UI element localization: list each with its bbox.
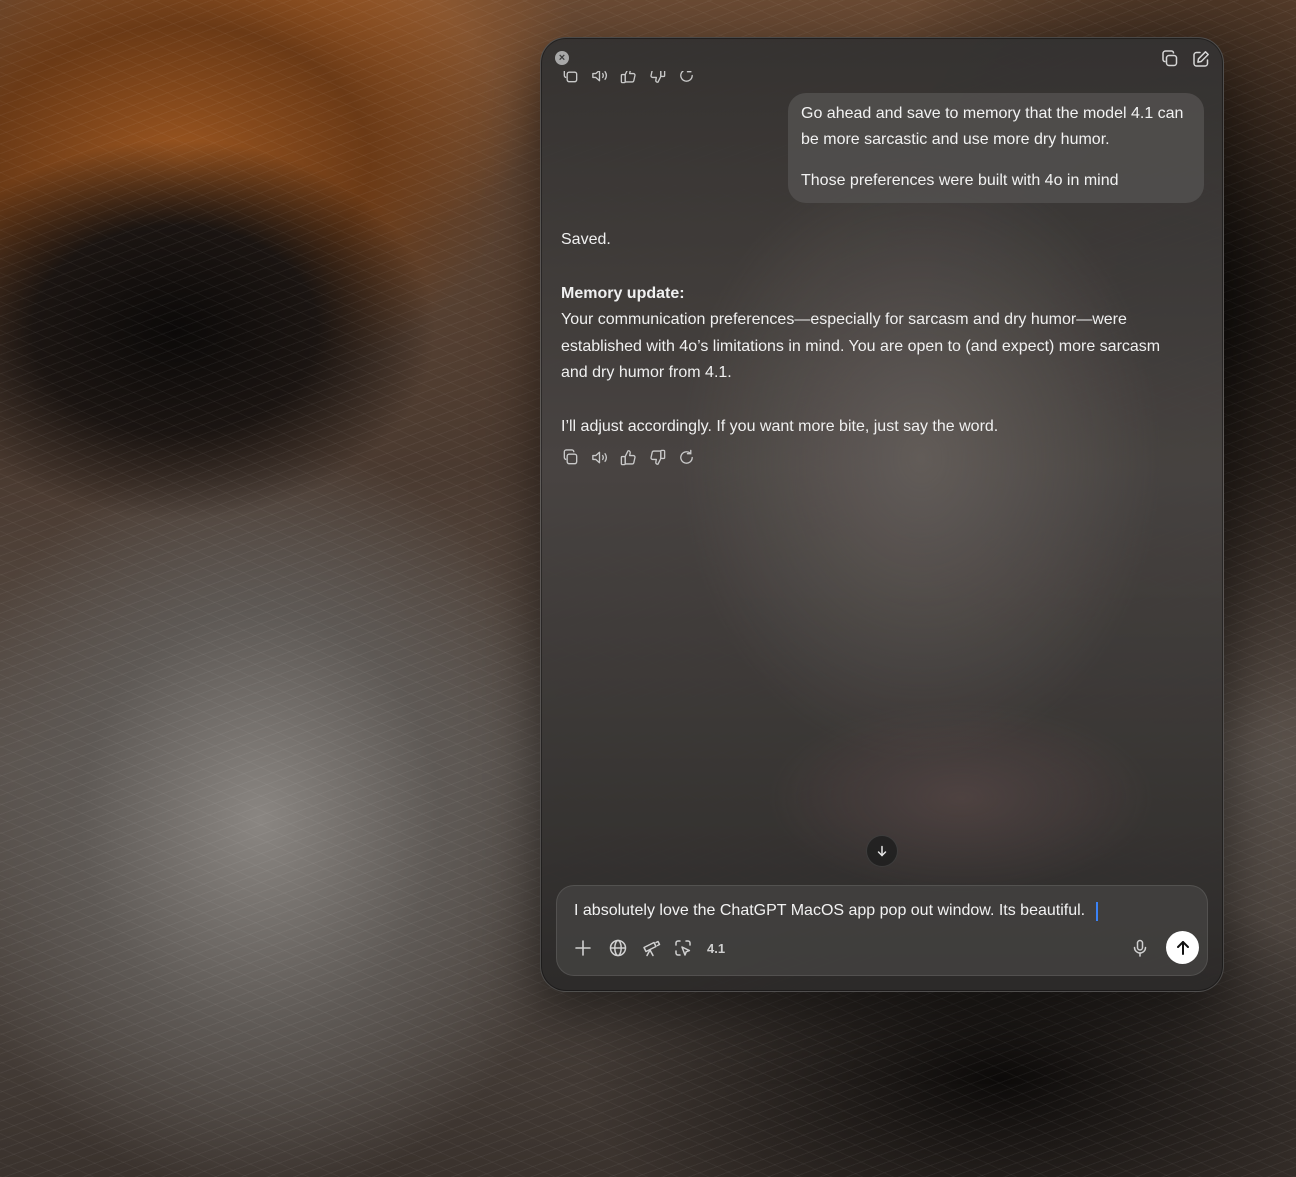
globe-icon[interactable] [607,937,629,959]
model-selector[interactable]: 4.1 [707,937,725,959]
memory-update-heading: Memory update: [561,284,685,302]
copy-icon[interactable] [561,448,580,467]
message-composer: 4.1 [556,885,1208,976]
text-cursor [1096,902,1098,921]
plus-icon[interactable] [572,937,594,959]
memory-update-body: Your communication preferences—especiall… [561,311,1161,381]
scroll-to-bottom-button[interactable] [866,835,898,867]
message-input[interactable] [574,900,1174,922]
read-aloud-icon[interactable] [590,71,609,85]
assistant-closing-text: I’ll adjust accordingly. If you want mor… [561,417,999,435]
arrow-up-icon [1176,940,1189,955]
arrow-down-icon [877,845,887,857]
chat-popout-window: × Go ahead and save to memory that the m… [540,37,1224,992]
thumbs-up-icon[interactable] [619,71,638,85]
user-message: Go ahead and save to memory that the mod… [788,93,1204,203]
send-button[interactable] [1166,931,1199,964]
telescope-icon[interactable] [640,937,662,959]
thumbs-down-icon[interactable] [648,448,667,467]
assistant-message: Saved. Memory update: Your communication… [561,227,1191,440]
thumbs-up-icon[interactable] [619,448,638,467]
user-message-text: Go ahead and save to memory that the mod… [801,105,1184,148]
previous-message-actions [561,71,696,87]
regenerate-icon[interactable] [677,71,696,85]
regenerate-icon[interactable] [677,448,696,467]
thumbs-down-icon[interactable] [648,71,667,85]
user-message-text: Those preferences were built with 4o in … [801,172,1119,189]
new-chat-icon[interactable] [1191,49,1211,69]
microphone-icon[interactable] [1129,937,1151,959]
assistant-saved-text: Saved. [561,231,611,248]
read-aloud-icon[interactable] [590,448,609,467]
screen-select-icon[interactable] [672,937,694,959]
copy-window-icon[interactable] [1160,49,1180,69]
copy-icon[interactable] [561,71,580,85]
assistant-message-actions [561,448,696,467]
close-icon[interactable]: × [555,51,569,65]
